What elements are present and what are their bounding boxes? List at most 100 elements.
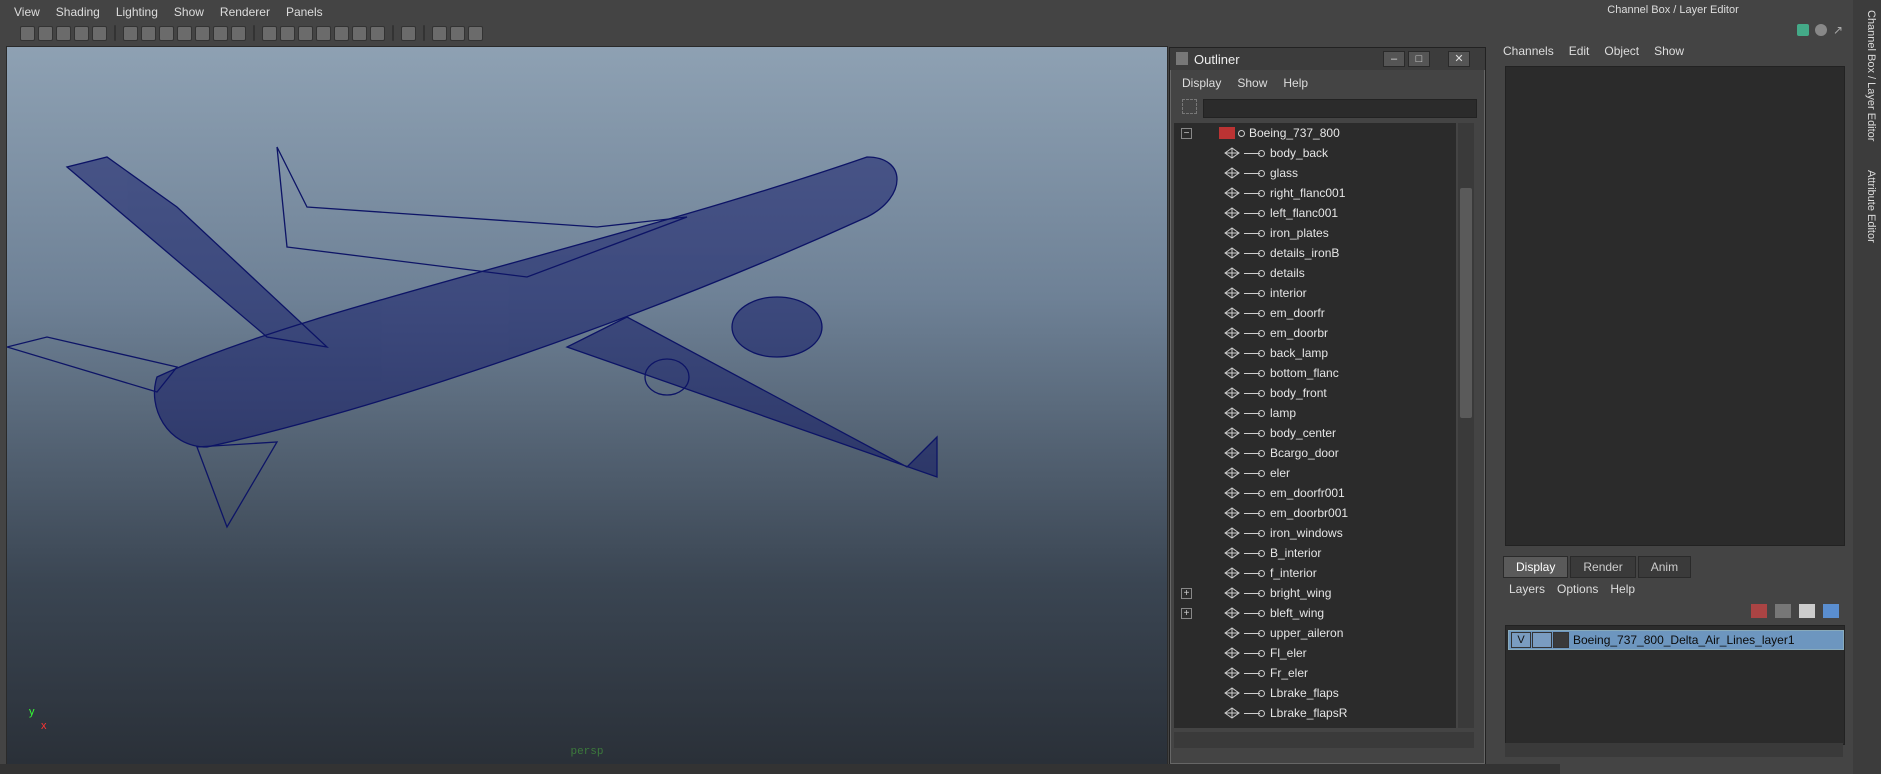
channel-box-icon[interactable] [1797, 24, 1809, 36]
cb-menu-channels[interactable]: Channels [1503, 44, 1563, 58]
tab-channel-box[interactable]: Channel Box / Layer Editor [1857, 10, 1877, 141]
outliner-item[interactable]: details_ironB [1174, 243, 1456, 263]
collapse-icon[interactable]: − [1181, 128, 1192, 139]
image-plane-icon[interactable] [74, 25, 89, 41]
outliner-menu-help[interactable]: Help [1275, 76, 1316, 90]
outliner-item[interactable]: upper_aileron [1174, 623, 1456, 643]
outliner-item[interactable]: em_doorbr [1174, 323, 1456, 343]
le-menu-options[interactable]: Options [1557, 582, 1610, 596]
outliner-item[interactable]: glass [1174, 163, 1456, 183]
ambient-occlusion-icon[interactable] [370, 25, 385, 41]
grid-icon[interactable] [123, 25, 138, 41]
tab-anim[interactable]: Anim [1637, 556, 1692, 578]
gate-mask-icon[interactable] [177, 25, 192, 41]
outliner-item[interactable]: Lbrake_flaps [1174, 683, 1456, 703]
menu-view[interactable]: View [6, 3, 48, 23]
safe-action-icon[interactable] [213, 25, 228, 41]
outliner-item[interactable]: left_flanc001 [1174, 203, 1456, 223]
wireframe-icon[interactable] [262, 25, 277, 41]
new-layer-from-selection-icon[interactable] [1823, 604, 1839, 618]
outliner-item[interactable]: Fr_eler [1174, 663, 1456, 683]
isolate-select-icon[interactable] [401, 25, 416, 41]
outliner-item[interactable]: em_doorfr [1174, 303, 1456, 323]
menu-panels[interactable]: Panels [278, 3, 331, 23]
textured-icon[interactable] [316, 25, 331, 41]
share-icon[interactable] [468, 25, 483, 41]
outliner-item[interactable]: em_doorbr001 [1174, 503, 1456, 523]
menu-show[interactable]: Show [166, 3, 212, 23]
le-menu-help[interactable]: Help [1610, 582, 1647, 596]
outliner-item[interactable]: Lbrake_flapsR [1174, 703, 1456, 723]
outliner-item[interactable]: em_doorfr001 [1174, 483, 1456, 503]
outliner-item[interactable]: Fl_eler [1174, 643, 1456, 663]
select-camera-icon[interactable] [20, 25, 35, 41]
field-chart-icon[interactable] [195, 25, 210, 41]
outliner-item[interactable]: details [1174, 263, 1456, 283]
close-button[interactable]: ✕ [1448, 51, 1470, 67]
menu-shading[interactable]: Shading [48, 3, 108, 23]
smooth-shade-icon[interactable] [280, 25, 295, 41]
outliner-titlebar[interactable]: Outliner – □ ✕ [1170, 48, 1485, 70]
pin-icon[interactable]: ↗ [1833, 24, 1845, 36]
layer-playback-toggle[interactable] [1532, 632, 1552, 648]
camera-attributes-icon[interactable] [38, 25, 53, 41]
safe-title-icon[interactable] [231, 25, 246, 41]
outliner-search-input[interactable] [1203, 99, 1477, 118]
outliner-menu-display[interactable]: Display [1174, 76, 1229, 90]
filter-icon[interactable] [1182, 99, 1197, 114]
3d-viewport[interactable]: y x persp [6, 46, 1168, 765]
menu-renderer[interactable]: Renderer [212, 3, 278, 23]
outliner-item[interactable]: + bleft_wing [1174, 603, 1456, 623]
cb-menu-show[interactable]: Show [1654, 44, 1693, 58]
outliner-item[interactable]: bottom_flanc [1174, 363, 1456, 383]
menu-lighting[interactable]: Lighting [108, 3, 166, 23]
channel-box-area[interactable] [1505, 66, 1845, 546]
outliner-horizontal-scrollbar[interactable] [1174, 732, 1474, 748]
outliner-item[interactable]: body_front [1174, 383, 1456, 403]
maximize-button[interactable]: □ [1408, 51, 1430, 67]
outliner-item-root[interactable]: − Boeing_737_800 [1174, 123, 1456, 143]
resolution-gate-icon[interactable] [159, 25, 174, 41]
outliner-item[interactable]: iron_windows [1174, 523, 1456, 543]
outliner-item[interactable]: back_lamp [1174, 343, 1456, 363]
bookmarks-icon[interactable] [56, 25, 71, 41]
2d-pan-zoom-icon[interactable] [92, 25, 107, 41]
outliner-item[interactable]: eler [1174, 463, 1456, 483]
film-gate-icon[interactable] [141, 25, 156, 41]
outliner-item[interactable]: body_back [1174, 143, 1456, 163]
layer-row[interactable]: V Boeing_737_800_Delta_Air_Lines_layer1 [1508, 630, 1844, 650]
expand-icon[interactable]: + [1181, 608, 1192, 619]
new-layer-icon[interactable] [1799, 604, 1815, 618]
outliner-item[interactable]: B_interior [1174, 543, 1456, 563]
minimize-button[interactable]: – [1383, 51, 1405, 67]
layer-horizontal-scrollbar[interactable] [1505, 743, 1843, 757]
wireframe-on-shaded-icon[interactable] [298, 25, 313, 41]
move-layer-down-icon[interactable] [1775, 604, 1791, 618]
expand-icon[interactable]: + [1181, 588, 1192, 599]
outliner-item[interactable]: interior [1174, 283, 1456, 303]
layer-name[interactable]: Boeing_737_800_Delta_Air_Lines_layer1 [1573, 633, 1795, 647]
outliner-list[interactable]: − Boeing_737_800 body_back glass right_flanc… [1174, 123, 1456, 728]
outliner-item[interactable]: lamp [1174, 403, 1456, 423]
xray-icon[interactable] [432, 25, 447, 41]
tab-display[interactable]: Display [1503, 556, 1569, 578]
outliner-item[interactable]: iron_plates [1174, 223, 1456, 243]
layer-visibility-toggle[interactable]: V [1511, 632, 1531, 648]
outliner-item[interactable]: Bcargo_door [1174, 443, 1456, 463]
attribute-icon[interactable] [1815, 24, 1827, 36]
cb-menu-edit[interactable]: Edit [1569, 44, 1599, 58]
use-all-lights-icon[interactable] [334, 25, 349, 41]
shadows-icon[interactable] [352, 25, 367, 41]
tab-render[interactable]: Render [1570, 556, 1636, 578]
outliner-item[interactable]: body_center [1174, 423, 1456, 443]
cb-menu-object[interactable]: Object [1604, 44, 1648, 58]
outliner-menu-show[interactable]: Show [1229, 76, 1275, 90]
tab-attribute-editor[interactable]: Attribute Editor [1857, 170, 1877, 243]
outliner-item[interactable]: right_flanc001 [1174, 183, 1456, 203]
layer-color-swatch[interactable] [1553, 632, 1569, 648]
outliner-item[interactable]: f_interior [1174, 563, 1456, 583]
outliner-item[interactable]: + bright_wing [1174, 583, 1456, 603]
outliner-scroll-thumb[interactable] [1460, 188, 1472, 418]
layer-list[interactable]: V Boeing_737_800_Delta_Air_Lines_layer1 [1505, 625, 1845, 745]
xray-joints-icon[interactable] [450, 25, 465, 41]
